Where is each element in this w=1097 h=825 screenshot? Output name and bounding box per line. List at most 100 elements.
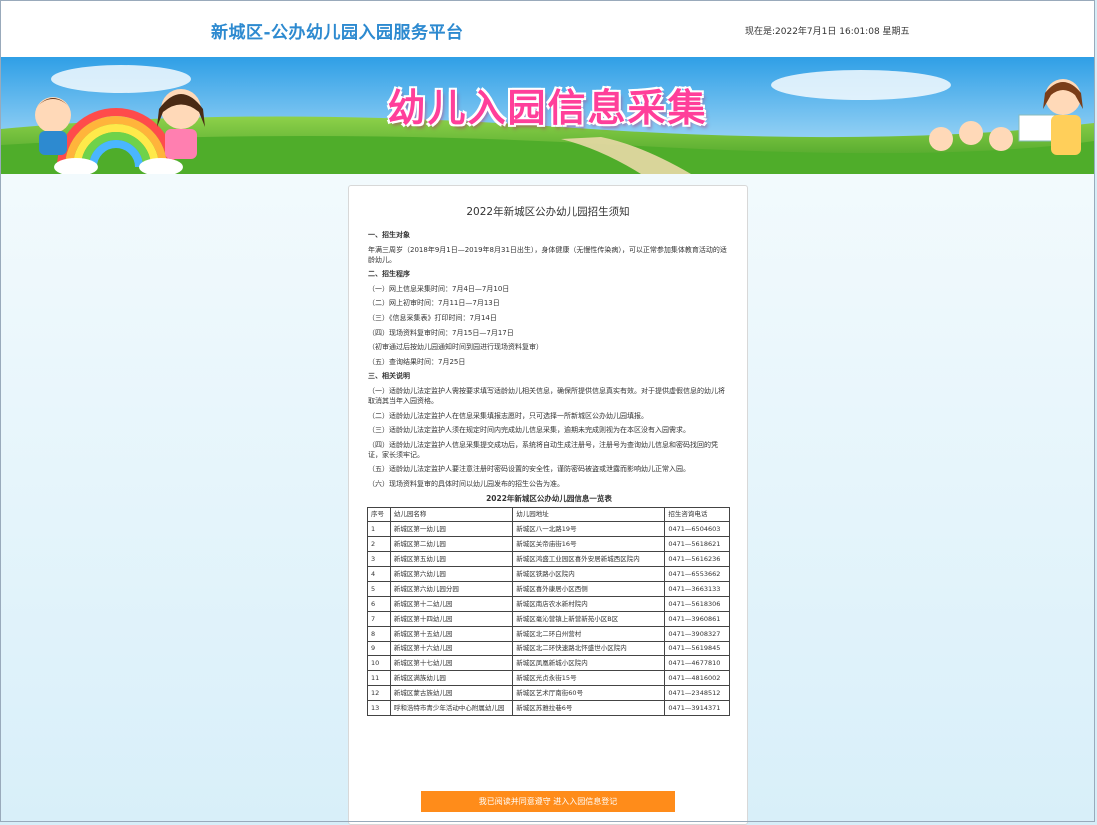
table-cell: 新城区关帝庙街16号	[512, 536, 666, 553]
table-row: 1 新城区第一幼儿园 新城区八一北路19号 0471—6504603	[367, 521, 730, 538]
section-heading: 三、相关说明	[368, 372, 410, 381]
table-cell: 13	[367, 700, 391, 716]
table-cell: 7	[367, 610, 391, 627]
notice-content: 一、招生对象年满三周岁（2018年9月1日—2019年8月31日出生），身体健康…	[367, 230, 730, 716]
table-row: 6 新城区第十二幼儿园 新城区南店农水新村院内 0471—5618306	[367, 595, 730, 612]
table-cell: 新城区第十七幼儿园	[389, 655, 514, 672]
table-cell: 新城区第二幼儿园	[389, 536, 514, 553]
table-cell: 4	[367, 566, 391, 582]
notice-paragraphs: 一、招生对象年满三周岁（2018年9月1日—2019年8月31日出生），身体健康…	[368, 230, 730, 489]
notice-paragraph: （二）适龄幼儿法定监护人在信息采集填报志愿时，只可选择一所新城区公办幼儿园填报。	[368, 411, 648, 420]
table-cell: 12	[367, 685, 391, 702]
notice-paragraph: （二）网上初审时间：7月11日—7月13日	[368, 299, 500, 308]
table-row: 12 新城区蒙古族幼儿园 新城区艺术厅南街60号 0471—2348512	[367, 685, 730, 702]
table-row: 10 新城区第十七幼儿园 新城区凤凰新城小区院内 0471—4677810	[367, 655, 730, 672]
clock-text: 现在是:2022年7月1日 16:01:08 星期五	[745, 27, 910, 37]
table-cell: 0471—5616236	[664, 551, 730, 568]
table-header-cell: 幼儿园地址	[512, 506, 666, 523]
main-area: 2022年新城区公办幼儿园招生须知 一、招生对象年满三周岁（2018年9月1日—…	[0, 174, 1095, 825]
table-body: 1 新城区第一幼儿园 新城区八一北路19号 0471—6504603 2 新城区第二幼儿园…	[367, 521, 730, 716]
table-cell: 0471—4677810	[664, 655, 730, 672]
table-row: 11 新城区满族幼儿园 新城区光贞永街15号 0471—4816002	[367, 670, 730, 687]
table-cell: 新城区第六幼儿园分园	[389, 580, 514, 597]
table-cell: 0471—3960861	[664, 610, 730, 627]
table-cell: 新城区第一幼儿园	[389, 521, 514, 538]
table-cell: 11	[367, 670, 391, 687]
notice-paragraph: （四）现场资料复审时间：7月15日—7月17日	[368, 328, 514, 337]
table-cell: 2	[367, 536, 391, 553]
table-cell: 10	[367, 655, 391, 672]
table-row: 13 呼和浩特市青少年活动中心附属幼儿园 新城区苏雅拉巷6号 0471—3914371	[367, 700, 730, 716]
table-row: 9 新城区第十六幼儿园 新城区北二环快速路北怀盛世小区院内 0471—5619845	[367, 640, 730, 657]
table-cell: 新城区第十五幼儿园	[389, 625, 514, 642]
table-cell: 0471—3914371	[664, 700, 730, 716]
table-cell: 新城区第五幼儿园	[389, 551, 514, 568]
table-title: 2022年新城区公办幼儿园信息一览表	[486, 493, 612, 503]
table-cell: 新城区南店农水新村院内	[512, 595, 666, 612]
table-header-cell: 招生咨询电话	[664, 506, 730, 523]
agree-and-enter-button[interactable]: 我已阅读并同意遵守 进入入园信息登记	[421, 791, 675, 812]
notice-paragraph: （五）适龄幼儿法定监护人要注意注册时密码设置的安全性，谨防密码被盗或泄露而影响幼…	[368, 465, 690, 474]
table-cell: 新城区北二环白州营村	[512, 625, 666, 642]
table-row: 4 新城区第六幼儿园 新城区铁路小区院内 0471—6553662	[367, 566, 730, 582]
table-cell: 新城区苏雅拉巷6号	[512, 700, 666, 716]
table-cell: 新城区八一北路19号	[512, 521, 666, 538]
notice-paragraph: （四）适龄幼儿法定监护人信息采集提交成功后，系统将自动生成注册号，注册号为查询幼…	[368, 440, 718, 459]
table-cell: 新城区凤凰新城小区院内	[512, 655, 666, 672]
notice-paragraph: （三）《信息采集表》打印时间：7月14日	[368, 313, 497, 322]
table-row: 7 新城区第十四幼儿园 新城区毫沁营镇上新营新苑小区B区 0471—3960861	[367, 610, 730, 627]
notice-paragraph: （初审通过后按幼儿园通知时间到园进行现场资料复审）	[368, 343, 543, 352]
table-cell: 0471—3908327	[664, 625, 730, 642]
table-row: 8 新城区第十五幼儿园 新城区北二环白州营村 0471—3908327	[367, 625, 730, 642]
table-cell: 0471—2348512	[664, 685, 730, 702]
table-cell: 新城区艺术厅南街60号	[512, 685, 666, 702]
table-cell: 新城区第十二幼儿园	[389, 595, 514, 612]
table-cell: 5	[367, 580, 391, 597]
table-row: 2 新城区第二幼儿园 新城区关帝庙街16号 0471—5618621	[367, 536, 730, 553]
notice-paragraph: （六）现场资料复审的具体时间以幼儿园发布的招生公告为准。	[368, 479, 564, 488]
notice-paragraph: （五）查询结果时间：7月25日	[368, 357, 466, 366]
notice-paragraph: （一）网上信息采集时间：7月4日—7月10日	[368, 284, 510, 293]
table-cell: 8	[367, 625, 391, 642]
table-cell: 新城区光贞永街15号	[512, 670, 666, 687]
notice-card: 2022年新城区公办幼儿园招生须知 一、招生对象年满三周岁（2018年9月1日—…	[348, 185, 748, 825]
table-cell: 0471—6553662	[664, 566, 730, 582]
table-cell: 新城区喜外康居小区西侧	[512, 580, 666, 597]
banner: 幼儿入园信息采集	[1, 57, 1094, 174]
kindergarten-table: 序号 幼儿园名称 幼儿园地址 招生咨询电话 1 新城区第一幼儿园 新城区八一北路19号 04…	[367, 506, 730, 716]
table-cell: 0471—3663133	[664, 580, 730, 597]
table-cell: 新城区北二环快速路北怀盛世小区院内	[512, 640, 666, 657]
section-heading: 一、招生对象	[368, 231, 410, 239]
notice-paragraph: 年满三周岁（2018年9月1日—2019年8月31日出生），身体健康（无慢性传染…	[368, 245, 727, 264]
table-row: 3 新城区第五幼儿园 新城区鸿盛工业园区喜外安居新城西区院内 0471—5616236	[367, 551, 730, 568]
notice-paragraph: （一）适龄幼儿法定监护人需按要求填写适龄幼儿相关信息，确保所提供信息真实有效。对…	[368, 386, 725, 405]
table-cell: 新城区第十六幼儿园	[389, 640, 514, 657]
table-row: 5 新城区第六幼儿园分园 新城区喜外康居小区西侧 0471—3663133	[367, 580, 730, 597]
table-cell: 9	[367, 640, 391, 657]
table-cell: 6	[367, 595, 391, 612]
table-cell: 新城区鸿盛工业园区喜外安居新城西区院内	[512, 551, 666, 568]
table-cell: 0471—6504603	[664, 521, 730, 538]
table-cell: 新城区毫沁营镇上新营新苑小区B区	[512, 610, 666, 627]
notice-title: 2022年新城区公办幼儿园招生须知	[466, 206, 630, 218]
table-header-row: 序号 幼儿园名称 幼儿园地址 招生咨询电话	[367, 506, 730, 523]
table-cell: 0471—5618306	[664, 595, 730, 612]
notice-paragraph: （三）适龄幼儿法定监护人须在规定时间内完成幼儿信息采集，逾期未完成则视为在本区没…	[368, 426, 690, 435]
table-cell: 新城区第六幼儿园	[389, 566, 514, 582]
table-cell: 3	[367, 551, 391, 568]
section-heading: 二、招生程序	[368, 270, 410, 279]
table-cell: 新城区满族幼儿园	[389, 670, 514, 687]
table-cell: 1	[367, 521, 391, 538]
site-title: 新城区-公办幼儿园入园服务平台	[211, 23, 464, 43]
table-cell: 新城区第十四幼儿园	[389, 610, 514, 627]
table-cell: 新城区蒙古族幼儿园	[389, 685, 514, 702]
table-cell: 0471—5619845	[664, 640, 730, 657]
table-cell: 新城区铁路小区院内	[512, 566, 666, 582]
table-header-cell: 幼儿园名称	[389, 506, 514, 523]
top-header: 新城区-公办幼儿园入园服务平台 现在是:2022年7月1日 16:01:08 星…	[1, 1, 1094, 57]
banner-title: 幼儿入园信息采集	[387, 86, 708, 130]
table-cell: 0471—4816002	[664, 670, 730, 687]
table-header-cell: 序号	[367, 506, 391, 523]
table-cell: 0471—5618621	[664, 536, 730, 553]
table-cell: 呼和浩特市青少年活动中心附属幼儿园	[389, 700, 514, 716]
